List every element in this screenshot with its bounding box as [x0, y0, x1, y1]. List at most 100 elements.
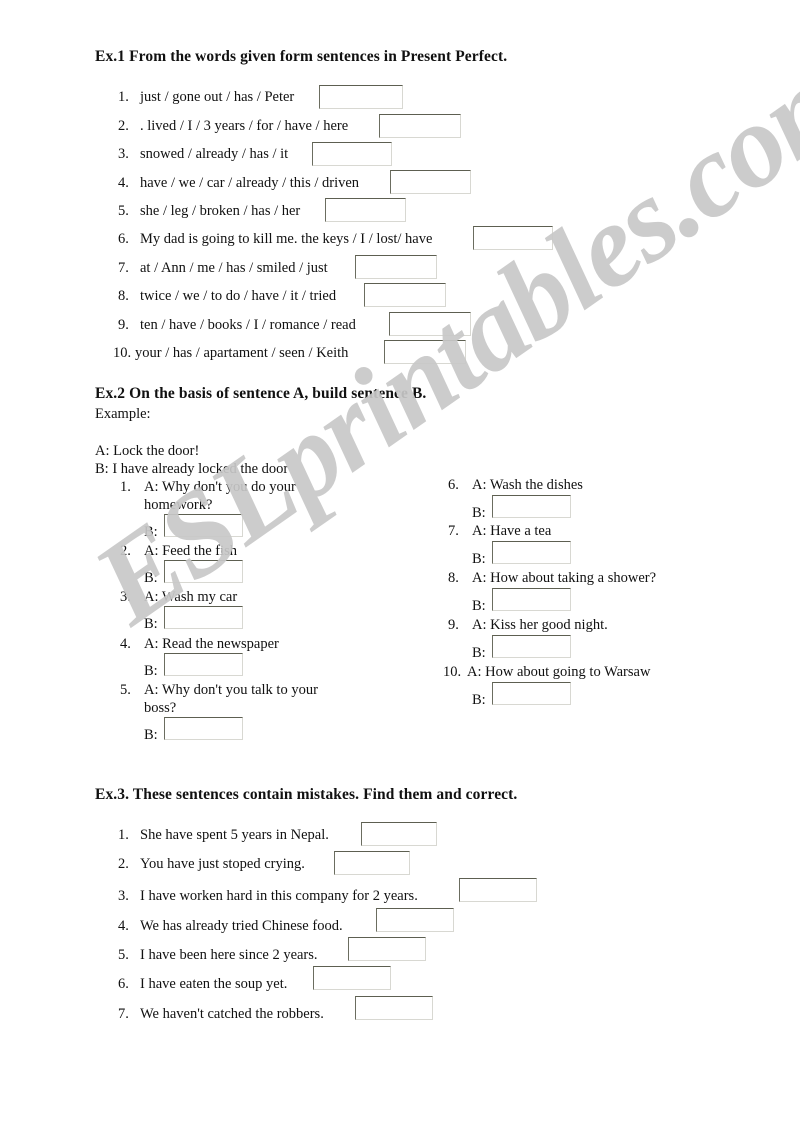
ex3-answer-box-4[interactable] [376, 908, 454, 932]
ex2-answer-label-5: B: [144, 727, 158, 743]
ex1-answer-box-3[interactable] [312, 142, 392, 166]
ex1-item-7: 7. at / Ann / me / has / smiled / just [118, 260, 328, 277]
ex1-answer-box-9[interactable] [389, 312, 471, 336]
ex1-item-5-number: 5. [118, 203, 129, 219]
worksheet-page: Ex.1 From the words given form sentences… [0, 0, 800, 1130]
ex2-item-10-number: 10. [443, 664, 462, 680]
ex2-item-9-prompt: A: Kiss her good night. [472, 617, 608, 633]
ex2-answer-box-3[interactable] [164, 606, 243, 629]
ex2-answer-label-7: B: [472, 551, 486, 567]
ex1-item-4-number: 4. [118, 175, 129, 191]
ex3-item-7-number: 7. [118, 1006, 129, 1022]
ex2-item-3: 3. A: Wash my car [120, 589, 237, 606]
ex1-item-2-number: 2. [118, 118, 129, 134]
ex3-item-7: 7. We haven't catched the robbers. [118, 1006, 324, 1023]
ex3-answer-box-1[interactable] [361, 822, 437, 846]
ex1-answer-box-1[interactable] [319, 85, 403, 109]
ex2-answer-box-1[interactable] [164, 514, 243, 537]
ex3-item-7-text: We haven't catched the robbers. [140, 1006, 324, 1022]
ex2-item-7-number: 7. [448, 523, 459, 539]
ex2-example-label: Example: [95, 406, 151, 422]
ex2-item-10-prompt: A: How about going to Warsaw [467, 664, 651, 680]
ex3-item-2-text: You have just stoped crying. [140, 856, 305, 872]
ex3-item-5-number: 5. [118, 947, 129, 963]
ex2-item-3-number: 3. [120, 589, 131, 605]
ex2-answer-box-9[interactable] [492, 635, 571, 658]
ex2-item-5-prompt: A: Why don't you talk to your [144, 682, 318, 698]
ex1-answer-box-7[interactable] [355, 255, 437, 279]
ex3-item-6-number: 6. [118, 976, 129, 992]
ex3-answer-box-2[interactable] [334, 851, 410, 875]
ex2-answer-box-2[interactable] [164, 560, 243, 583]
ex2-answer-label-10: B: [472, 692, 486, 708]
ex3-answer-box-5[interactable] [348, 937, 426, 961]
ex3-item-6-text: I have eaten the soup yet. [140, 976, 288, 992]
ex3-item-4-number: 4. [118, 918, 129, 934]
ex1-item-6-text: My dad is going to kill me. the keys / I… [140, 231, 433, 247]
ex2-answer-box-6[interactable] [492, 495, 571, 518]
ex1-item-10-text: your / has / apartament / seen / Keith [135, 345, 349, 361]
ex1-answer-box-10[interactable] [384, 340, 466, 364]
ex3-answer-box-7[interactable] [355, 996, 433, 1020]
ex3-item-6: 6. I have eaten the soup yet. [118, 976, 287, 993]
ex1-item-7-number: 7. [118, 260, 129, 276]
ex2-item-5: 5. A: Why don't you talk to your [120, 682, 318, 699]
ex1-answer-box-4[interactable] [390, 170, 471, 194]
ex2-heading: Ex.2 On the basis of sentence A, build s… [95, 385, 427, 402]
ex2-item-8-number: 8. [448, 570, 459, 586]
ex3-answer-box-6[interactable] [313, 966, 391, 990]
ex2-answer-label-1: B: [144, 524, 158, 540]
ex2-answer-label-3: B: [144, 616, 158, 632]
ex1-answer-box-8[interactable] [364, 283, 446, 307]
ex2-example-a: A: Lock the door! [95, 443, 200, 459]
ex3-item-2-number: 2. [118, 856, 129, 872]
ex1-item-3-text: snowed / already / has / it [140, 146, 289, 162]
ex1-item-1: 1. just / gone out / has / Peter [118, 89, 294, 106]
ex2-answer-box-10[interactable] [492, 682, 571, 705]
ex2-item-4-number: 4. [120, 636, 131, 652]
ex3-item-3: 3. I have worken hard in this company for… [118, 888, 418, 905]
ex2-item-2: 2. A: Feed the fish [120, 543, 237, 560]
ex2-item-2-prompt: A: Feed the fish [144, 543, 238, 559]
ex2-answer-box-8[interactable] [492, 588, 571, 611]
ex1-item-6: 6. My dad is going to kill me. the keys /… [118, 231, 432, 248]
ex1-item-1-text: just / gone out / has / Peter [140, 89, 295, 105]
ex2-item-6-prompt: A: Wash the dishes [472, 477, 583, 493]
ex3-item-4: 4. We has already tried Chinese food. [118, 918, 343, 935]
ex3-item-1-number: 1. [118, 827, 129, 843]
ex1-answer-box-6[interactable] [473, 226, 553, 250]
ex2-example-b: B: I have already locked the door [95, 461, 289, 477]
ex2-item-3-prompt: A: Wash my car [144, 589, 238, 605]
ex1-item-2: 2. . lived / I / 3 years / for / have / h… [118, 118, 348, 135]
ex3-item-3-number: 3. [118, 888, 129, 904]
ex2-answer-box-5[interactable] [164, 717, 243, 740]
ex3-item-4-text: We has already tried Chinese food. [140, 918, 343, 934]
ex2-item-8: 8. A: How about taking a shower? [448, 570, 656, 587]
ex2-item-1-number: 1. [120, 479, 131, 495]
ex2-item-7: 7. A: Have a tea [448, 523, 551, 540]
ex1-heading: Ex.1 From the words given form sentences… [95, 48, 508, 65]
ex2-item-10: 10. A: How about going to Warsaw [443, 664, 650, 681]
ex2-item-8-prompt: A: How about taking a shower? [472, 570, 657, 586]
ex1-answer-box-5[interactable] [325, 198, 406, 222]
ex2-answer-box-4[interactable] [164, 653, 243, 676]
ex1-answer-box-2[interactable] [379, 114, 461, 138]
ex2-answer-label-6: B: [472, 505, 486, 521]
ex1-item-10-number: 10. [113, 345, 132, 361]
ex2-item-1-prompt-line2: homework? [144, 497, 213, 513]
ex1-item-4-text: have / we / car / already / this / drive… [140, 175, 360, 191]
ex3-item-2: 2. You have just stoped crying. [118, 856, 305, 873]
ex2-item-6-number: 6. [448, 477, 459, 493]
ex2-answer-box-7[interactable] [492, 541, 571, 564]
ex1-item-10: 10. your / has / apartament / seen / Keit… [113, 345, 348, 362]
ex3-answer-box-3[interactable] [459, 878, 537, 902]
ex3-item-1: 1. She have spent 5 years in Nepal. [118, 827, 329, 844]
ex1-item-8-number: 8. [118, 288, 129, 304]
ex2-item-9-number: 9. [448, 617, 459, 633]
ex2-item-5-prompt-line2-wrap: boss? [144, 700, 176, 717]
ex2-answer-label-4: B: [144, 663, 158, 679]
ex1-item-9-text: ten / have / books / I / romance / read [140, 317, 356, 333]
ex2-item-6: 6. A: Wash the dishes [448, 477, 583, 494]
ex3-item-5-text: I have been here since 2 years. [140, 947, 318, 963]
ex1-item-3: 3. snowed / already / has / it [118, 146, 288, 163]
